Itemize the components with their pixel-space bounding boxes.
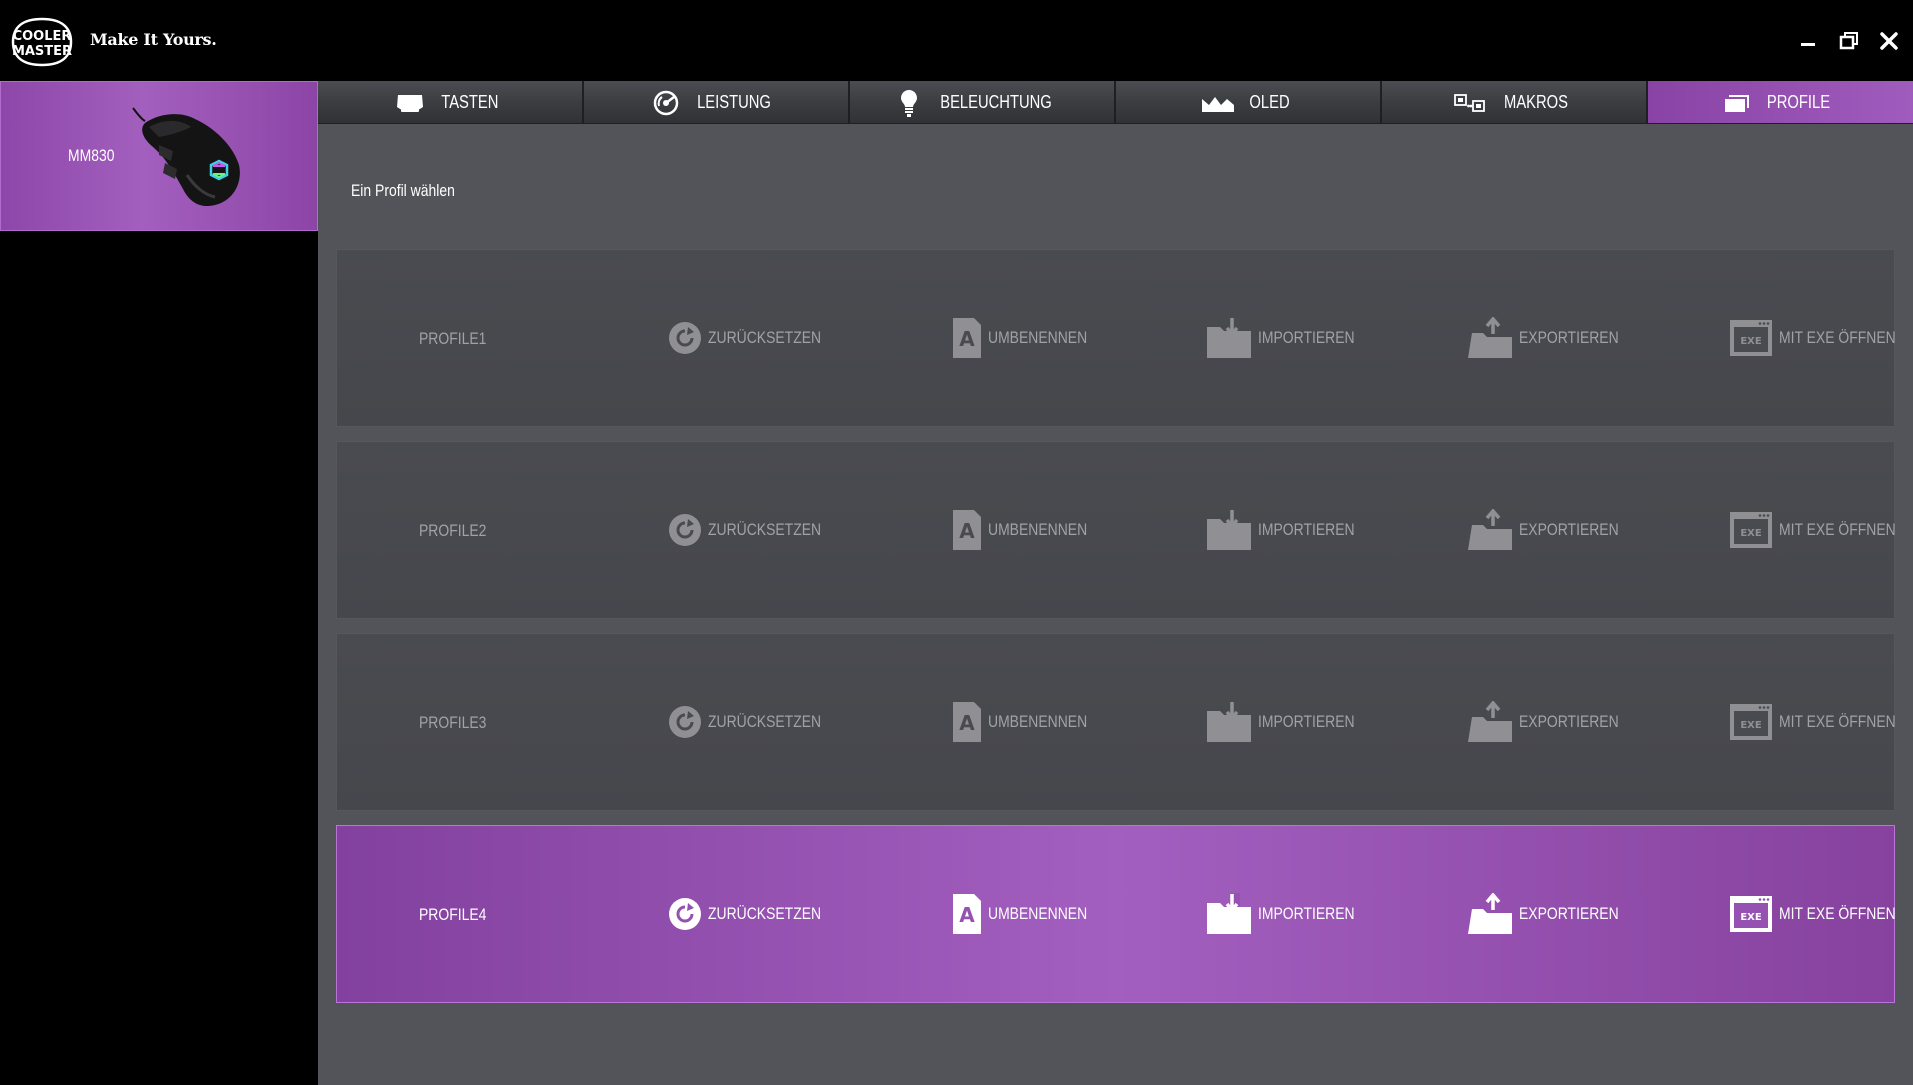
svg-text:EXE: EXE [1740, 720, 1762, 731]
reset-icon [669, 322, 701, 354]
profile-name: PROFILE1 [419, 329, 487, 348]
tab-label: LEISTUNG [697, 92, 771, 112]
device-card-mm830[interactable]: MM830 [0, 81, 318, 231]
logo-text-cooler: COOLER [13, 29, 72, 44]
macro-icon [1454, 93, 1485, 112]
profile-name: PROFILE3 [419, 713, 487, 732]
title-bar: COOLER MASTER Make It Yours. [0, 0, 1913, 81]
oled-display-icon [1202, 96, 1235, 112]
tab-makros[interactable]: MAKROS [1382, 81, 1648, 124]
cooler-master-logo: COOLER MASTER [11, 17, 73, 67]
exe-icon: EXE [1730, 320, 1772, 356]
open-with-exe-button[interactable]: EXE MIT EXE ÖFFNEN [1729, 316, 1913, 360]
reset-icon [669, 898, 701, 930]
svg-text:EXE: EXE [1740, 336, 1762, 347]
rename-icon: A [953, 702, 981, 742]
open-with-exe-button[interactable]: EXE MIT EXE ÖFFNEN [1729, 508, 1913, 552]
tab-tasten[interactable]: TASTEN [318, 81, 584, 124]
exe-icon: EXE [1730, 896, 1772, 932]
tagline: Make It Yours. [90, 30, 217, 49]
export-button[interactable]: EXPORTIEREN [1467, 700, 1641, 744]
rename-button[interactable]: A UMBENENNEN [952, 700, 1109, 744]
main-content: TASTEN LEISTUNG BELEUCHTUNG OLED MAKROS … [318, 81, 1913, 1085]
export-button[interactable]: EXPORTIEREN [1467, 316, 1641, 360]
svg-text:A: A [959, 519, 975, 543]
exe-icon: EXE [1730, 704, 1772, 740]
export-icon [1468, 701, 1512, 742]
profile-icon [1724, 94, 1749, 112]
minimize-icon [1801, 43, 1815, 46]
open-with-exe-button[interactable]: EXE MIT EXE ÖFFNEN [1729, 892, 1913, 936]
import-button[interactable]: IMPORTIEREN [1206, 316, 1376, 360]
reset-icon [669, 514, 701, 546]
reset-button[interactable]: ZURÜCKSETZEN [668, 316, 846, 360]
svg-text:EXE: EXE [1740, 528, 1762, 539]
lightbulb-icon [900, 89, 917, 117]
device-name: MM830 [68, 146, 115, 165]
tab-label: TASTEN [441, 92, 499, 112]
import-icon [1207, 701, 1251, 742]
tab-profile[interactable]: PROFILE [1648, 81, 1913, 124]
reset-icon [669, 706, 701, 738]
rename-icon: A [953, 894, 981, 934]
profile-row-3[interactable]: PROFILE3 ZURÜCKSETZEN A UMBENENNEN IMPOR… [336, 633, 1896, 811]
gauge-icon [653, 90, 679, 115]
tab-oled[interactable]: OLED [1116, 81, 1382, 124]
profile-name: PROFILE4 [419, 905, 487, 924]
profile-name: PROFILE2 [419, 521, 487, 540]
svg-text:EXE: EXE [1740, 912, 1762, 923]
rename-button[interactable]: A UMBENENNEN [952, 316, 1109, 360]
section-title: Ein Profil wählen [351, 181, 455, 200]
minimize-button[interactable] [1795, 28, 1821, 54]
close-icon [1880, 32, 1898, 50]
rename-icon: A [953, 510, 981, 550]
export-icon [1468, 893, 1512, 934]
restore-icon [1839, 32, 1858, 50]
import-button[interactable]: IMPORTIEREN [1206, 508, 1376, 552]
rename-button[interactable]: A UMBENENNEN [952, 508, 1109, 552]
export-button[interactable]: EXPORTIEREN [1467, 508, 1641, 552]
tab-label: PROFILE [1766, 92, 1831, 112]
reset-button[interactable]: ZURÜCKSETZEN [668, 700, 846, 744]
tab-label: BELEUCHTUNG [940, 92, 1052, 112]
reset-button[interactable]: ZURÜCKSETZEN [668, 508, 846, 552]
svg-text:A: A [959, 327, 975, 351]
import-button[interactable]: IMPORTIEREN [1206, 892, 1376, 936]
tab-label: MAKROS [1504, 92, 1568, 112]
import-icon [1207, 893, 1251, 934]
open-with-exe-button[interactable]: EXE MIT EXE ÖFFNEN [1729, 700, 1913, 744]
logo-text-master: MASTER [12, 44, 72, 59]
tab-bar: TASTEN LEISTUNG BELEUCHTUNG OLED MAKROS … [318, 81, 1913, 124]
profile-row-4[interactable]: PROFILE4 ZURÜCKSETZEN A UMBENENNEN IMPOR… [336, 825, 1896, 1003]
tab-label: OLED [1249, 92, 1291, 112]
profile-row-1[interactable]: PROFILE1 ZURÜCKSETZEN A UMBENENNEN IMPOR… [336, 249, 1896, 427]
restore-button[interactable] [1836, 28, 1862, 54]
profile-row-2[interactable]: PROFILE2 ZURÜCKSETZEN A UMBENENNEN IMPOR… [336, 441, 1896, 619]
import-icon [1207, 509, 1251, 550]
reset-button[interactable]: ZURÜCKSETZEN [668, 892, 846, 936]
rename-icon: A [953, 318, 981, 358]
export-icon [1468, 509, 1512, 550]
mouse-image [132, 107, 240, 207]
svg-text:A: A [959, 711, 975, 735]
exe-icon: EXE [1730, 512, 1772, 548]
import-icon [1207, 317, 1251, 358]
export-button[interactable]: EXPORTIEREN [1467, 892, 1641, 936]
device-sidebar: MM830 [0, 81, 318, 1085]
export-icon [1468, 317, 1512, 358]
svg-text:A: A [959, 903, 975, 927]
tab-leistung[interactable]: LEISTUNG [584, 81, 850, 124]
tab-beleuchtung[interactable]: BELEUCHTUNG [850, 81, 1116, 124]
rename-button[interactable]: A UMBENENNEN [952, 892, 1109, 936]
close-button[interactable] [1876, 28, 1902, 54]
keyboard-icon [397, 94, 424, 112]
import-button[interactable]: IMPORTIEREN [1206, 700, 1376, 744]
